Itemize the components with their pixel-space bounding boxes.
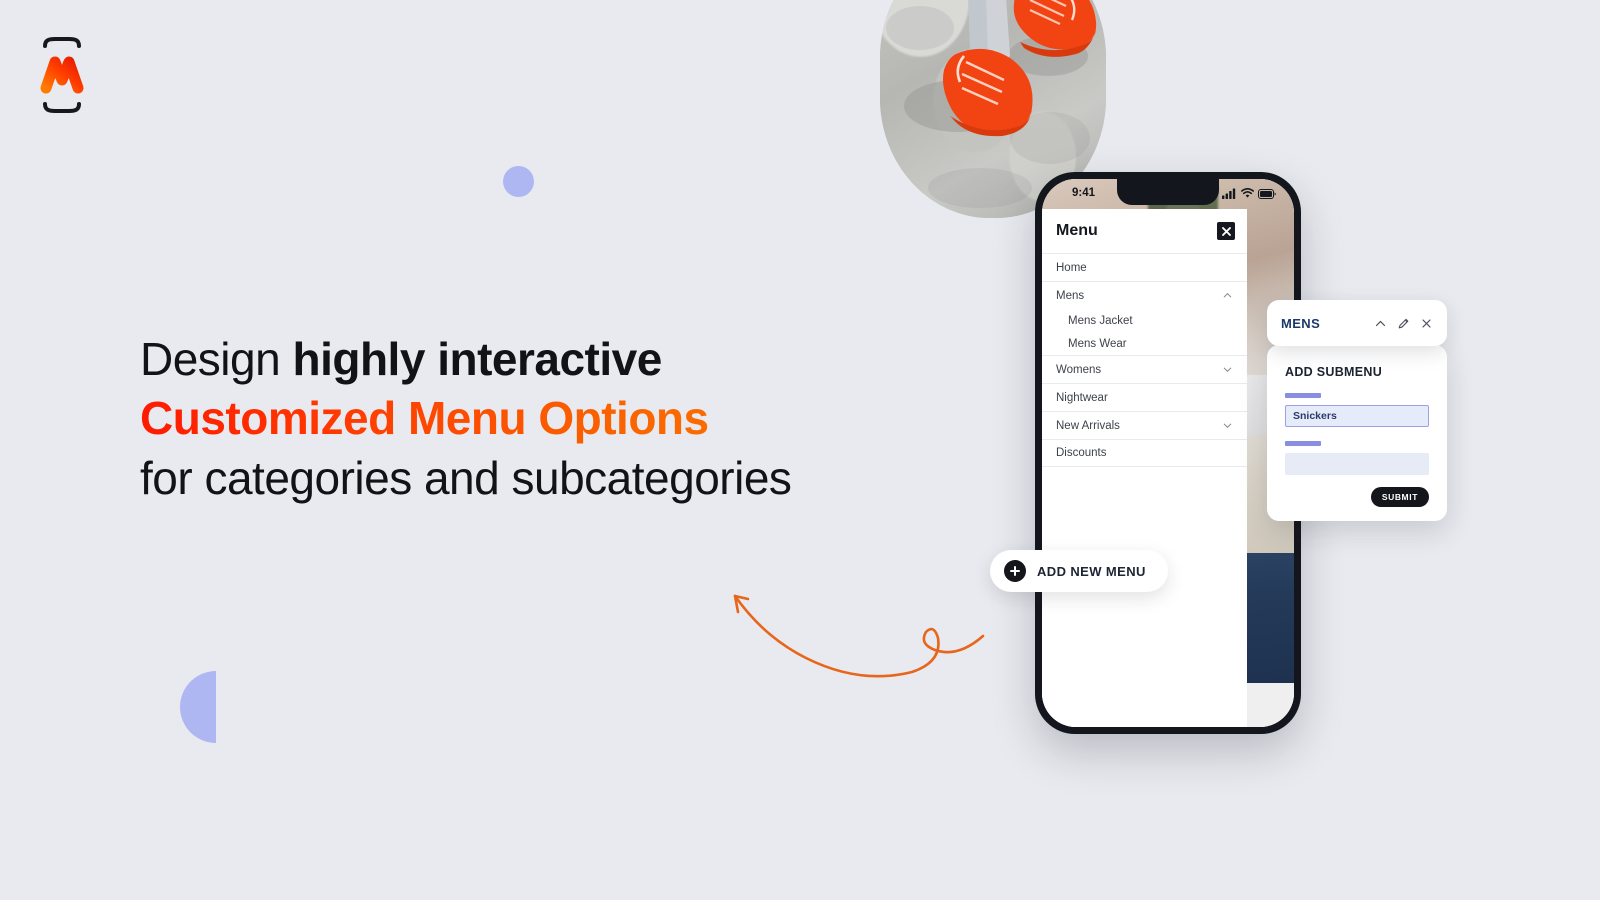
battery-icon	[1258, 188, 1276, 199]
menu-item-new-arrivals[interactable]: New Arrivals	[1042, 411, 1247, 439]
mens-category-card[interactable]: MENS	[1267, 300, 1447, 346]
purple-circle-decoration	[503, 166, 534, 197]
plus-circle-icon	[1004, 560, 1026, 582]
drawer-title: Menu	[1056, 222, 1098, 239]
headline-line-1: Design highly interactive	[140, 333, 662, 385]
menu-item-label: Home	[1056, 261, 1087, 274]
submenu-name-input[interactable]: Snickers	[1285, 405, 1429, 427]
phone-notch	[1117, 179, 1219, 205]
add-new-menu-label: ADD NEW MENU	[1037, 563, 1146, 579]
m-logo[interactable]	[33, 36, 91, 114]
submenu-item-mens-wear[interactable]: Mens Wear	[1042, 332, 1247, 355]
close-x-icon[interactable]	[1420, 317, 1433, 330]
phone-mockup: OFF e BE Shirts	[1035, 172, 1301, 734]
page-title: Design highly interactive Customized Men…	[140, 333, 970, 505]
edit-pencil-icon[interactable]	[1397, 317, 1410, 330]
menu-list: Home Mens Mens Jacket Mens Wear Womens N…	[1042, 253, 1247, 467]
page-root: Design highly interactive Customized Men…	[0, 0, 1600, 900]
curved-orange-arrow	[690, 540, 1010, 690]
mens-card-actions	[1374, 317, 1433, 330]
chevron-up-icon[interactable]	[1374, 317, 1387, 330]
menu-item-discounts[interactable]: Discounts	[1042, 439, 1247, 467]
drawer-header: Menu	[1042, 209, 1247, 253]
chevron-up-icon	[1223, 292, 1232, 298]
phone-screen: OFF e BE Shirts	[1042, 179, 1294, 727]
close-icon[interactable]	[1217, 222, 1235, 240]
submenu-item-label: Mens Wear	[1068, 337, 1127, 350]
chevron-down-icon	[1223, 423, 1232, 429]
submenu-field-1: Snickers	[1285, 393, 1429, 427]
field-label-bar	[1285, 441, 1321, 446]
submenu-item-mens-jacket[interactable]: Mens Jacket	[1042, 309, 1247, 332]
add-submenu-title: ADD SUBMENU	[1285, 365, 1383, 379]
submenu-name-value: Snickers	[1293, 410, 1337, 422]
menu-drawer: Menu Home Mens Mens Jacket Mens Wear Wom…	[1042, 209, 1247, 727]
signal-icon	[1222, 188, 1236, 199]
wifi-icon	[1241, 188, 1254, 198]
menu-item-label: Discounts	[1056, 447, 1107, 459]
mens-card-title: MENS	[1281, 315, 1321, 331]
submit-button[interactable]: SUBMIT	[1370, 487, 1429, 507]
add-new-menu-button[interactable]: ADD NEW MENU	[990, 550, 1168, 592]
headline-line-2: Customized Menu Options	[140, 392, 970, 445]
menu-item-label: Mens	[1056, 289, 1085, 302]
menu-item-home[interactable]: Home	[1042, 253, 1247, 281]
menu-item-nightwear[interactable]: Nightwear	[1042, 383, 1247, 411]
field-label-bar	[1285, 393, 1321, 398]
add-submenu-panel: ADD SUBMENU Snickers SUBMIT	[1267, 345, 1447, 521]
status-icons	[1222, 188, 1276, 199]
headline-line-3: for categories and subcategories	[140, 451, 792, 504]
purple-half-circle-decoration	[180, 671, 216, 743]
menu-item-mens[interactable]: Mens	[1042, 281, 1247, 309]
menu-item-label: Nightwear	[1056, 391, 1108, 404]
submenu-secondary-input[interactable]	[1285, 453, 1429, 475]
menu-item-womens[interactable]: Womens	[1042, 355, 1247, 383]
chevron-down-icon	[1223, 367, 1232, 373]
status-time: 9:41	[1072, 187, 1096, 199]
menu-item-label: New Arrivals	[1056, 419, 1120, 432]
submenu-item-label: Mens Jacket	[1068, 314, 1133, 327]
submenu-field-2	[1285, 441, 1429, 475]
menu-item-label: Womens	[1056, 363, 1102, 376]
